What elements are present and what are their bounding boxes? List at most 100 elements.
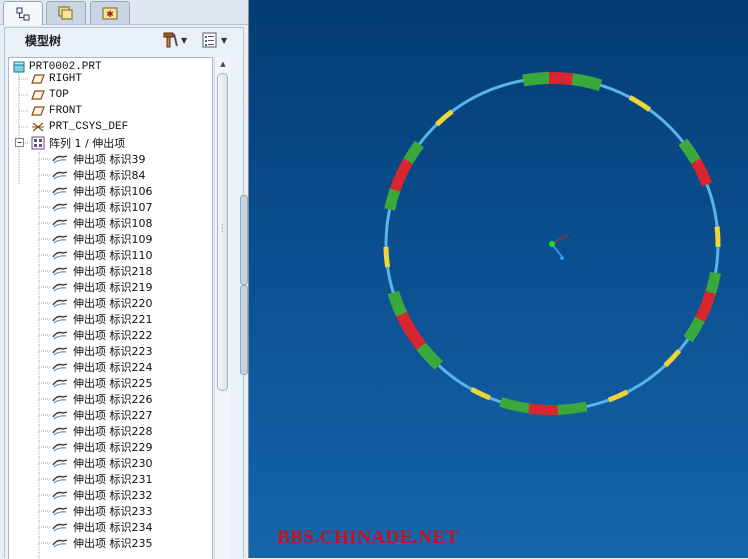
datum-plane-icon	[31, 106, 45, 116]
ring-segment	[628, 95, 652, 112]
tree-item-protrusion[interactable]: 伸出项 标识226	[51, 391, 153, 407]
protrusion-label: 伸出项 标识232	[73, 489, 153, 502]
tree-item-protrusion[interactable]: 伸出项 标识222	[51, 327, 153, 343]
favorites-icon: ✱	[102, 7, 118, 20]
protrusion-icon	[52, 203, 68, 212]
model-tree-panel: 模型树 ▼ ▼ PRT0002.PRT RIGHT TOP FRONT PRT_…	[4, 27, 244, 559]
protrusion-label: 伸出项 标识221	[73, 313, 153, 326]
panel-title: 模型树	[25, 34, 62, 48]
tree-item-protrusion[interactable]: 伸出项 标识84	[51, 167, 146, 183]
settings-button[interactable]: ▼	[161, 30, 187, 50]
tree-item-protrusion[interactable]: 伸出项 标识231	[51, 471, 153, 487]
model-tree-icon	[16, 7, 30, 20]
folder-browser-tab[interactable]	[46, 1, 86, 24]
tree-item-protrusion[interactable]: 伸出项 标识228	[51, 423, 153, 439]
ring-segment	[714, 226, 721, 247]
tree-item-protrusion[interactable]: 伸出项 标识233	[51, 503, 153, 519]
svg-text:✱: ✱	[106, 10, 114, 20]
tree-item-csys[interactable]: PRT_CSYS_DEF	[31, 119, 128, 135]
protrusion-icon	[52, 539, 68, 548]
protrusion-label: 伸出项 标识219	[73, 281, 153, 294]
tree-item-protrusion[interactable]: 伸出项 标识221	[51, 311, 153, 327]
tree-item-protrusion[interactable]: 伸出项 标识224	[51, 359, 153, 375]
tree-item-protrusion[interactable]: 伸出项 标识220	[51, 295, 153, 311]
tree-item-protrusion[interactable]: 伸出项 标识229	[51, 439, 153, 455]
tree-item-protrusion[interactable]: 伸出项 标识230	[51, 455, 153, 471]
protrusion-icon	[52, 459, 68, 468]
tree-item-protrusion[interactable]: 伸出项 标识39	[51, 151, 146, 167]
tree-item-pattern[interactable]: 阵列 1 / 伸出项	[15, 135, 125, 151]
tree-item-protrusion[interactable]: 伸出项 标识235	[51, 535, 153, 551]
scroll-thumb[interactable]: · · ·	[217, 73, 228, 391]
panel-splitter[interactable]	[240, 180, 248, 390]
tree-item-protrusion[interactable]: 伸出项 标识106	[51, 183, 153, 199]
protrusion-icon	[52, 267, 68, 276]
tree-item-protrusion[interactable]: 伸出项 标识107	[51, 199, 153, 215]
protrusion-icon	[52, 475, 68, 484]
protrusion-icon	[52, 171, 68, 180]
model-tree-tab[interactable]	[3, 1, 43, 25]
protrusion-icon	[52, 523, 68, 532]
protrusion-icon	[52, 299, 68, 308]
protrusion-label: 伸出项 标识39	[73, 153, 146, 166]
tree-item-front[interactable]: FRONT	[31, 103, 82, 119]
protrusion-label: 伸出项 标识84	[73, 169, 146, 182]
tree-item-right[interactable]: RIGHT	[31, 71, 82, 87]
protrusion-label: 伸出项 标识235	[73, 537, 153, 550]
protrusion-label: 伸出项 标识230	[73, 457, 153, 470]
ring-segment	[416, 342, 443, 370]
ring-segment	[571, 73, 603, 92]
tree-item-protrusion[interactable]: 伸出项 标识232	[51, 487, 153, 503]
ring-segment	[383, 246, 391, 268]
datum-label: RIGHT	[49, 73, 83, 85]
csys-origin-icon	[549, 241, 555, 247]
ring-segment	[522, 72, 550, 87]
scroll-up-icon[interactable]: ▲	[215, 57, 231, 71]
tree-item-protrusion[interactable]: 伸出项 标识218	[51, 263, 153, 279]
ring-segment	[387, 290, 408, 317]
protrusion-icon	[52, 235, 68, 244]
tree-item-protrusion[interactable]: 伸出项 标识108	[51, 215, 153, 231]
ring-segment	[470, 387, 491, 401]
ring-segment	[389, 158, 414, 192]
datum-plane-icon	[31, 74, 45, 84]
ring-segment	[705, 271, 721, 295]
tree-item-protrusion[interactable]: 伸出项 标识109	[51, 231, 153, 247]
list-icon	[202, 32, 217, 48]
ring-segment	[384, 188, 401, 211]
tree-item-protrusion[interactable]: 伸出项 标识219	[51, 279, 153, 295]
protrusion-label: 伸出项 标识218	[73, 265, 153, 278]
ring-segment	[663, 349, 682, 368]
splitter-handle[interactable]	[240, 285, 248, 375]
protrusion-label: 伸出项 标识224	[73, 361, 153, 374]
tree-item-top[interactable]: TOP	[31, 87, 69, 103]
protrusion-label: 伸出项 标识220	[73, 297, 153, 310]
folders-icon	[58, 6, 73, 20]
datum-label: FRONT	[49, 105, 83, 117]
tree-item-protrusion[interactable]: 伸出项 标识227	[51, 407, 153, 423]
tools-icon	[163, 32, 178, 48]
protrusion-label: 伸出项 标识227	[73, 409, 153, 422]
protrusion-icon	[52, 507, 68, 516]
graphics-viewport[interactable]: × BBS.CHINADE.NET	[248, 0, 748, 558]
protrusion-label: 伸出项 标识109	[73, 233, 153, 246]
tree-scrollbar[interactable]: ▲ · · ·	[214, 57, 231, 559]
tree-item-protrusion[interactable]: 伸出项 标识110	[51, 247, 153, 263]
tree-item-protrusion[interactable]: 伸出项 标识234	[51, 519, 153, 535]
protrusion-label: 伸出项 标识225	[73, 377, 153, 390]
csys-z-tip	[560, 256, 564, 260]
ring-segment	[434, 109, 454, 127]
protrusion-icon	[52, 315, 68, 324]
protrusion-label: 伸出项 标识108	[73, 217, 153, 230]
protrusion-icon	[52, 155, 68, 164]
tree-item-protrusion[interactable]: 伸出项 标识225	[51, 375, 153, 391]
splitter-handle[interactable]	[240, 195, 248, 285]
protrusion-label: 伸出项 标识231	[73, 473, 153, 486]
navigator-tabs: ✱	[0, 0, 248, 25]
tree-item-protrusion[interactable]: 伸出项 标识223	[51, 343, 153, 359]
collapse-icon[interactable]	[15, 138, 25, 148]
protrusion-icon	[52, 219, 68, 228]
favorites-tab[interactable]: ✱	[90, 1, 130, 24]
show-button[interactable]: ▼	[201, 30, 227, 50]
protrusion-label: 伸出项 标识226	[73, 393, 153, 406]
